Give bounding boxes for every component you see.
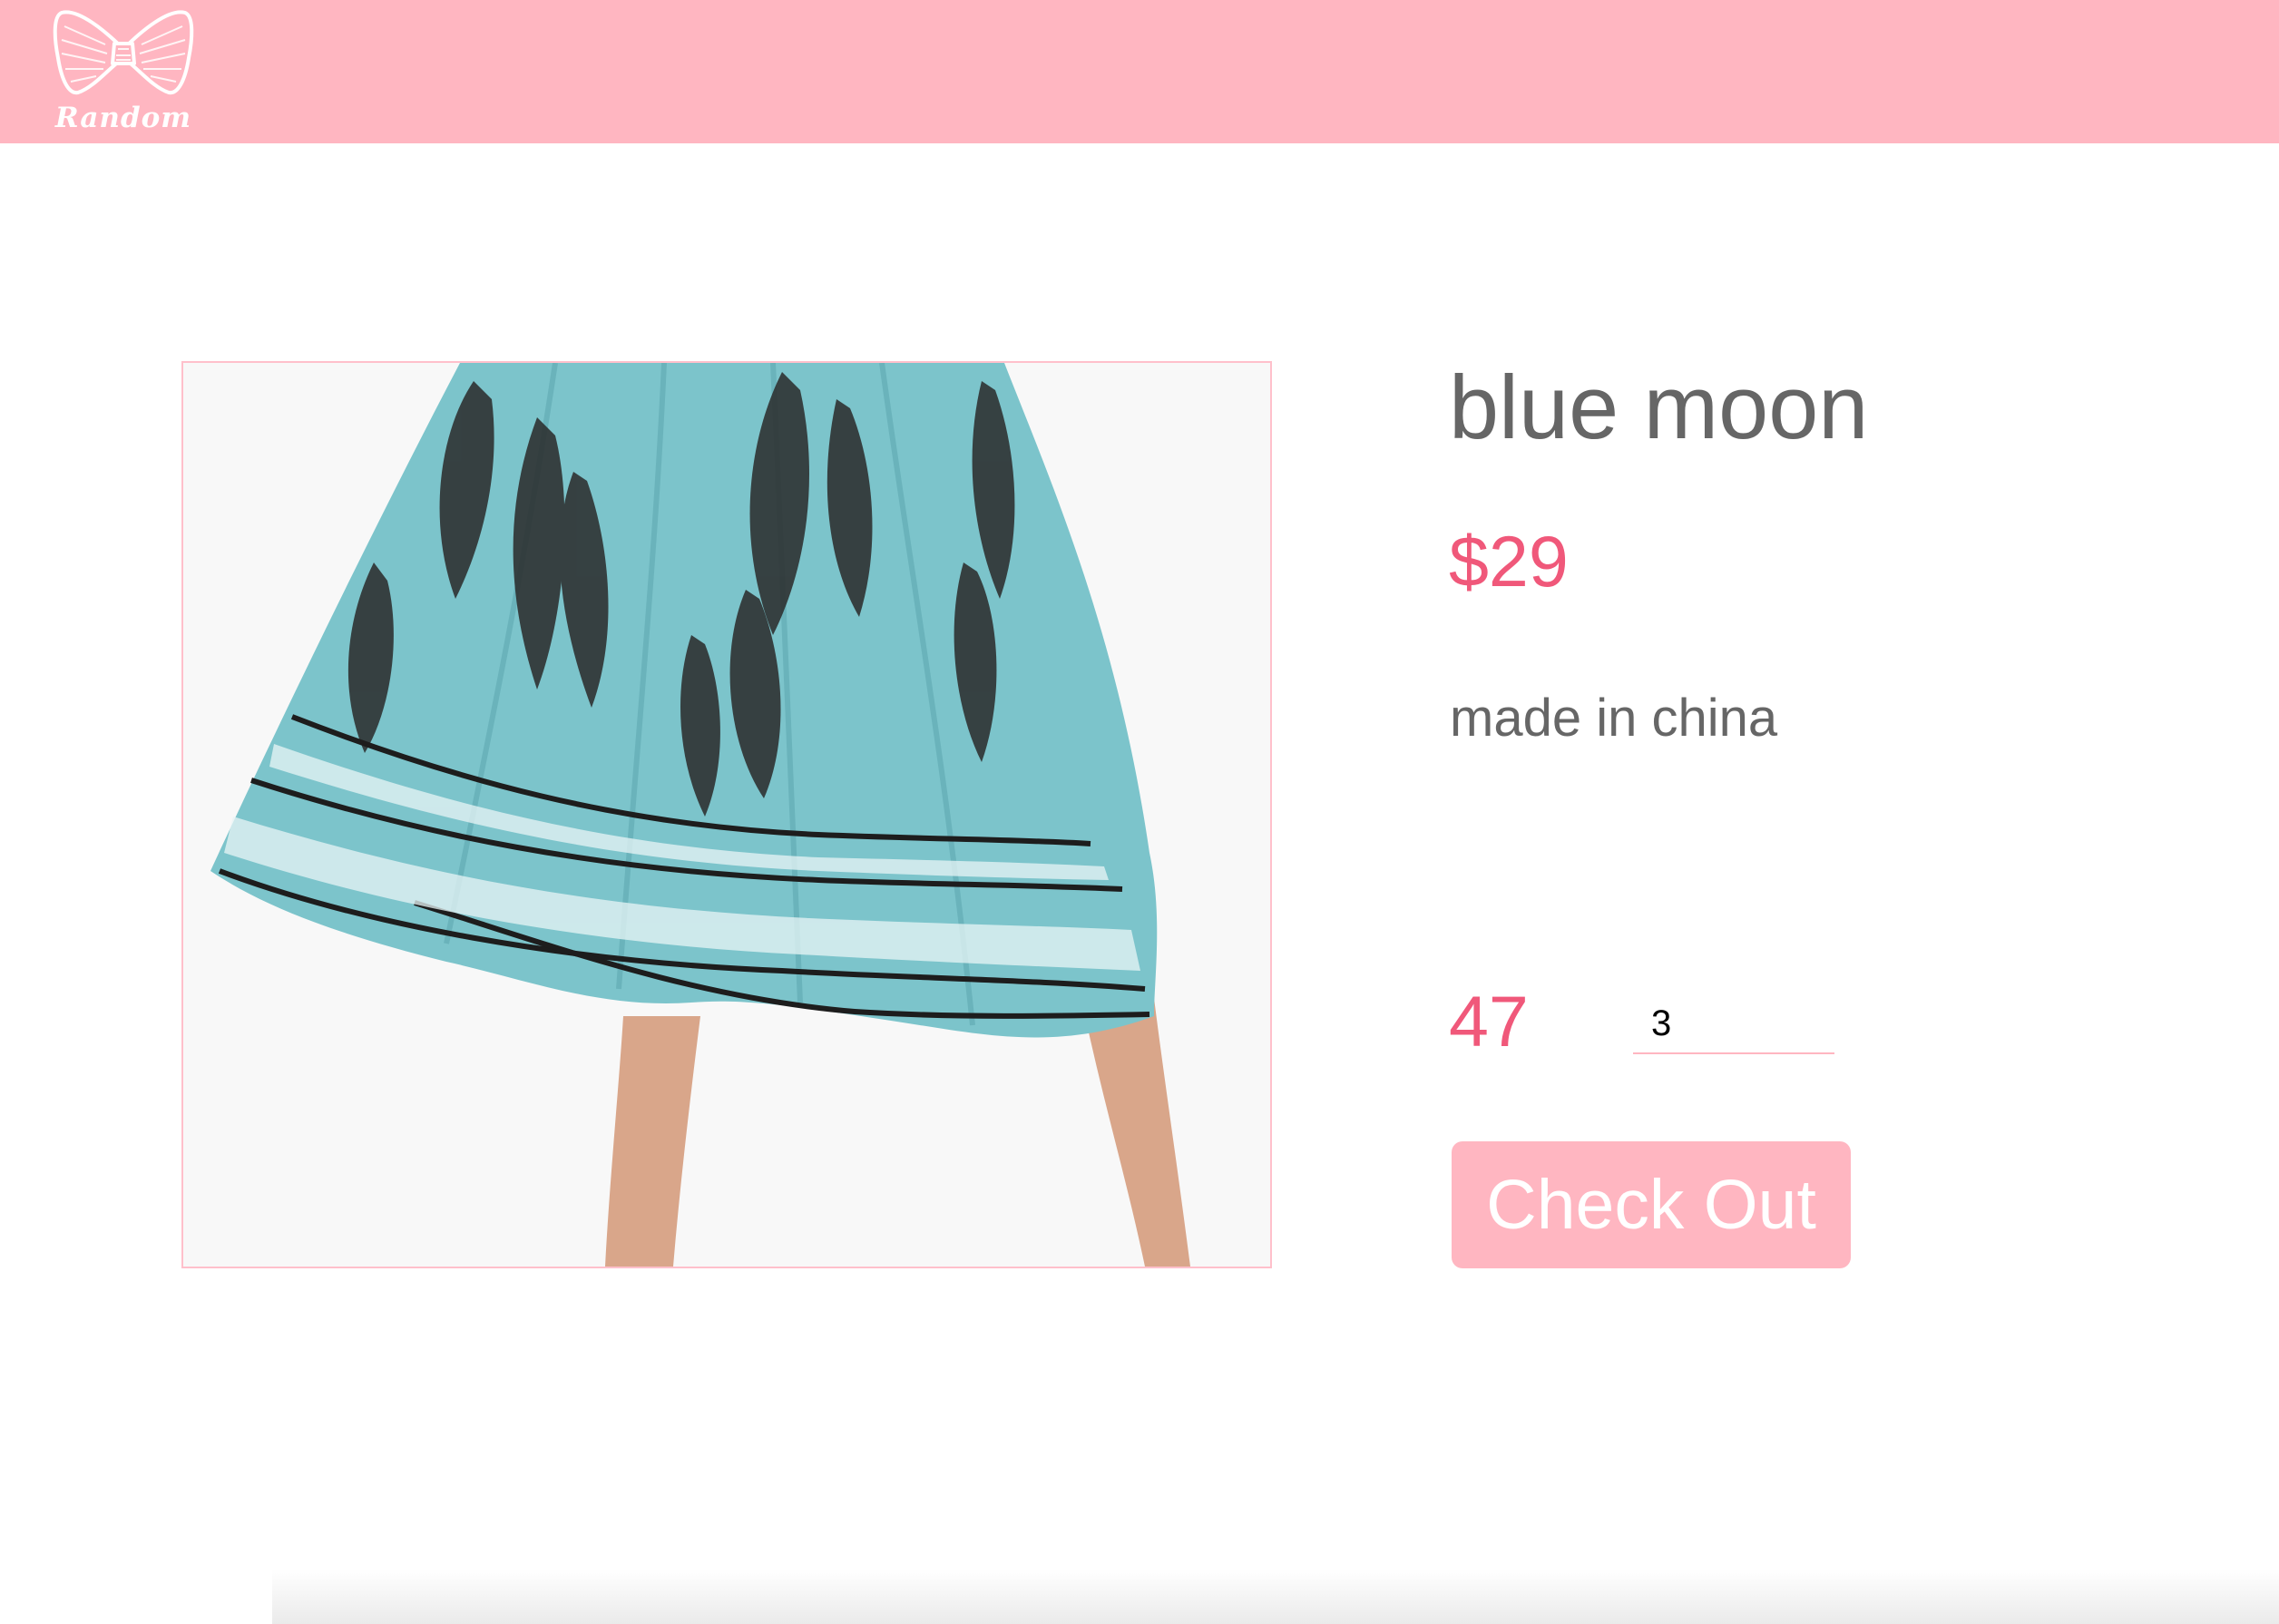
product-origin: made in china [1450,689,1778,748]
bow-tie-icon [53,10,194,95]
site-header: Random [0,0,2279,143]
dress-photo [183,363,1270,1267]
logo-text: Random [54,102,192,134]
stock-count: 47 [1449,981,1529,1061]
bottom-shadow [272,1570,2279,1624]
product-title: blue moon [1449,357,1869,457]
product-image [181,361,1272,1268]
logo[interactable]: Random [51,4,196,140]
quantity-input[interactable] [1633,994,1834,1054]
checkout-button[interactable]: Check Out [1452,1141,1851,1268]
product-price: $29 [1449,521,1569,602]
